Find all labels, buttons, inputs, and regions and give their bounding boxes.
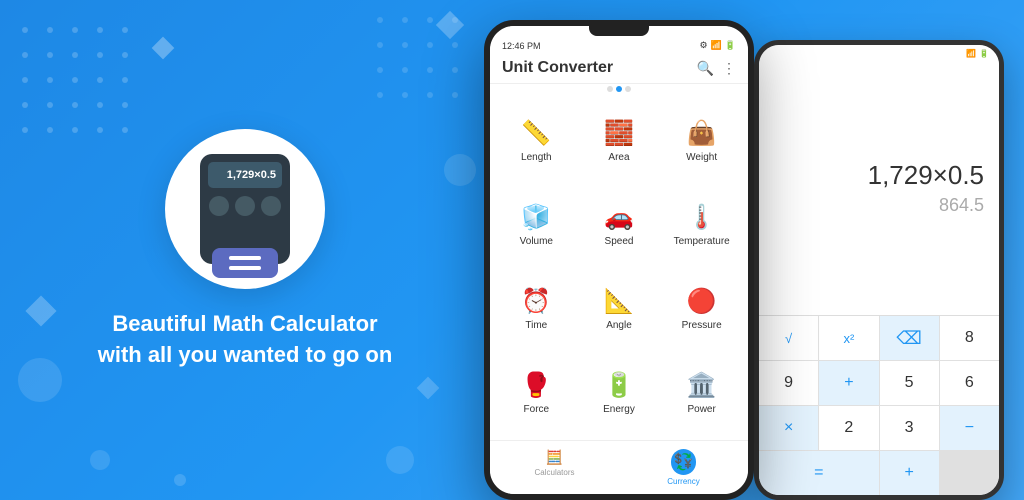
area-label: Area xyxy=(608,152,629,163)
status-time: 12:46 PM xyxy=(502,41,541,51)
calculator-circle: 1,729×0.5 xyxy=(165,129,325,289)
calc-btn-1 xyxy=(209,196,229,216)
converter-item-volume[interactable]: 🧊 Volume xyxy=(496,184,577,266)
angle-label: Angle xyxy=(606,320,632,331)
calc-key-2[interactable]: 2 xyxy=(819,406,878,450)
tab-dot-2 xyxy=(616,86,622,92)
calculator-screen-content: 📶 🔋 1,729×0.5 864.5 √ x² ⌫ 8 9 + xyxy=(759,45,999,495)
force-icon: 🥊 xyxy=(521,371,551,400)
calc-key-sqrt[interactable]: √ xyxy=(759,316,818,360)
converter-item-pressure[interactable]: 🔴 Pressure xyxy=(661,268,742,350)
status-icons-right: ⚙ 📶 🔋 xyxy=(699,40,736,51)
converter-item-speed[interactable]: 🚗 Speed xyxy=(579,184,660,266)
converter-item-temperature[interactable]: 🌡️ Temperature xyxy=(661,184,742,266)
length-icon: 📏 xyxy=(521,119,551,148)
calc-buttons-row xyxy=(209,196,281,216)
nav-calculators[interactable]: 🧮 Calculators xyxy=(490,445,619,490)
calculator-device-icon: 1,729×0.5 xyxy=(200,154,290,264)
unit-converter-status-bar: 12:46 PM ⚙ 📶 🔋 xyxy=(490,36,748,53)
currency-nav-icon: 💱 xyxy=(671,449,697,475)
power-label: Power xyxy=(687,404,715,415)
calc-key-9[interactable]: 9 xyxy=(759,361,818,405)
tagline: Beautiful Math Calculator with all you w… xyxy=(98,309,393,371)
time-label: Time xyxy=(525,320,547,331)
header-icons-group: 🔍 ⋮ xyxy=(697,60,736,77)
calc-key-backspace[interactable]: ⌫ xyxy=(880,316,939,360)
tab-dot-3 xyxy=(625,86,631,92)
temperature-label: Temperature xyxy=(674,236,730,247)
calc-result-text: 864.5 xyxy=(939,195,984,216)
tagline-main-text: Beautiful Math Calculator with all you w… xyxy=(98,309,393,371)
speed-icon: 🚗 xyxy=(604,203,634,232)
phone-back-calculator: 📶 🔋 1,729×0.5 864.5 √ x² ⌫ 8 9 + xyxy=(754,40,1004,500)
pressure-icon: 🔴 xyxy=(687,287,717,316)
calculators-nav-icon: 🧮 xyxy=(546,449,563,466)
converter-item-time[interactable]: ⏰ Time xyxy=(496,268,577,350)
energy-label: Energy xyxy=(603,404,635,415)
phone-front-unit-converter: 12:46 PM ⚙ 📶 🔋 Unit Converter 🔍 ⋮ xyxy=(484,20,754,500)
temperature-icon: 🌡️ xyxy=(687,203,717,232)
calc-key-plus[interactable]: + xyxy=(819,361,878,405)
converter-item-power[interactable]: 🏛️ Power xyxy=(661,352,742,434)
app-title-text: Unit Converter xyxy=(502,59,613,77)
calc-btn-2 xyxy=(235,196,255,216)
length-label: Length xyxy=(521,152,552,163)
converter-item-energy[interactable]: 🔋 Energy xyxy=(579,352,660,434)
currency-nav-label: Currency xyxy=(667,477,699,486)
calc-key-multiply[interactable]: × xyxy=(759,406,818,450)
more-options-icon[interactable]: ⋮ xyxy=(722,60,736,77)
bottom-navigation: 🧮 Calculators 💱 Currency xyxy=(490,440,748,494)
calc-key-squared[interactable]: x² xyxy=(819,316,878,360)
nav-currency[interactable]: 💱 Currency xyxy=(619,445,748,490)
calc-status-icons: 📶 🔋 xyxy=(966,49,989,58)
calc-expression-text: 1,729×0.5 xyxy=(868,160,984,191)
angle-icon: 📐 xyxy=(604,287,634,316)
phones-container: 📶 🔋 1,729×0.5 864.5 √ x² ⌫ 8 9 + xyxy=(444,0,1004,500)
converter-item-weight[interactable]: 👜 Weight xyxy=(661,100,742,182)
calc-key-5[interactable]: 5 xyxy=(880,361,939,405)
phone-notch xyxy=(589,26,649,36)
calc-key-equals[interactable]: = xyxy=(759,451,879,495)
calculators-nav-label: Calculators xyxy=(534,468,574,477)
tab-indicator xyxy=(490,84,748,94)
calculator-display: 1,729×0.5 864.5 xyxy=(759,60,999,315)
unit-converter-screen: 12:46 PM ⚙ 📶 🔋 Unit Converter 🔍 ⋮ xyxy=(490,26,748,494)
app-header: Unit Converter 🔍 ⋮ xyxy=(490,53,748,84)
calc-key-minus[interactable]: − xyxy=(940,406,999,450)
converter-grid: 📏 Length 🧱 Area 👜 Weight � xyxy=(490,94,748,440)
weight-icon: 👜 xyxy=(687,119,717,148)
time-icon: ⏰ xyxy=(521,287,551,316)
converter-item-force[interactable]: 🥊 Force xyxy=(496,352,577,434)
converter-item-area[interactable]: 🧱 Area xyxy=(579,100,660,182)
left-section: 1,729×0.5 xyxy=(0,0,490,500)
volume-icon: 🧊 xyxy=(521,203,551,232)
search-icon[interactable]: 🔍 xyxy=(697,60,714,77)
calc-screen-display: 1,729×0.5 xyxy=(208,162,282,188)
weight-label: Weight xyxy=(686,152,717,163)
power-icon: 🏛️ xyxy=(687,371,717,400)
volume-label: Volume xyxy=(520,236,553,247)
speed-label: Speed xyxy=(605,236,634,247)
calc-bottom-panel xyxy=(212,248,278,278)
energy-icon: 🔋 xyxy=(604,371,634,400)
calc-btn-3 xyxy=(261,196,281,216)
calculator-keypad: √ x² ⌫ 8 9 + 5 6 × 2 3 − = xyxy=(759,315,999,495)
converter-item-length[interactable]: 📏 Length xyxy=(496,100,577,182)
calc-key-8[interactable]: 8 xyxy=(940,316,999,360)
background: 1,729×0.5 xyxy=(0,0,1024,500)
converter-item-angle[interactable]: 📐 Angle xyxy=(579,268,660,350)
calc-key-6[interactable]: 6 xyxy=(940,361,999,405)
force-label: Force xyxy=(524,404,550,415)
calc-key-plus-bottom[interactable]: + xyxy=(880,451,939,495)
tab-dot-1 xyxy=(607,86,613,92)
pressure-label: Pressure xyxy=(682,320,722,331)
equals-icon xyxy=(229,256,261,270)
calc-key-3[interactable]: 3 xyxy=(880,406,939,450)
area-icon: 🧱 xyxy=(604,119,634,148)
calc-status-bar: 📶 🔋 xyxy=(759,45,999,60)
